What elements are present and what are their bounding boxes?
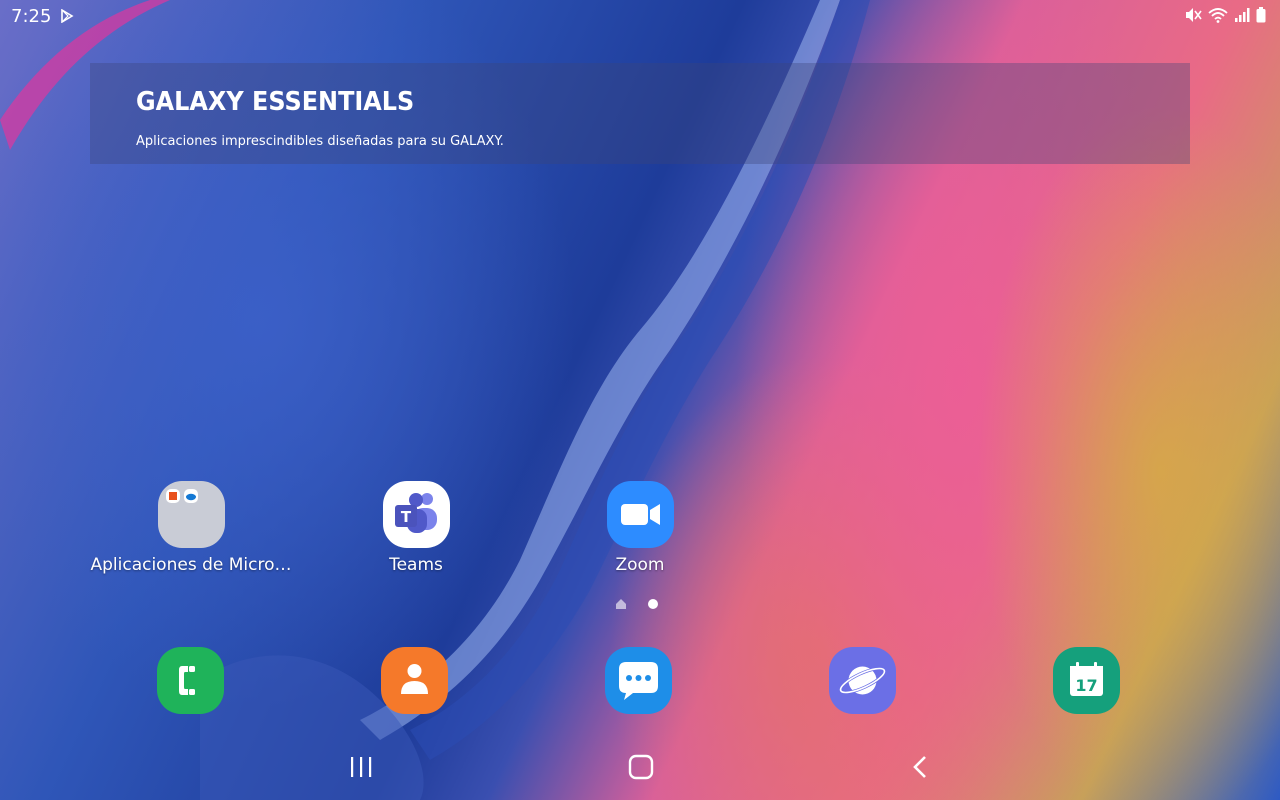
dock-contacts[interactable] — [381, 647, 448, 714]
page-indicator — [614, 597, 658, 611]
internet-icon — [839, 666, 886, 695]
app-label: Teams — [389, 555, 443, 575]
calendar-day: 17 — [1075, 676, 1097, 695]
zoom-icon — [606, 481, 674, 548]
home-screen: 7:25 GALAXY ESSENTIALS Aplicaciones impr… — [0, 0, 1280, 800]
teams-icon: T — [382, 481, 450, 548]
contacts-icon — [401, 664, 428, 694]
dock-phone[interactable] — [157, 647, 224, 714]
mute-icon — [1186, 8, 1202, 22]
app-label: Zoom — [615, 555, 665, 575]
play-store-icon — [61, 9, 74, 23]
home-page-icon — [616, 599, 626, 609]
folder-icon — [157, 481, 225, 548]
dock-messages[interactable] — [605, 647, 672, 714]
app-microsoft-folder[interactable]: Aplicaciones de Micro… — [81, 481, 301, 575]
status-icons — [1184, 7, 1266, 23]
svg-text:T: T — [400, 508, 411, 526]
dock-calendar[interactable]: 17 — [1053, 647, 1120, 714]
app-label: Aplicaciones de Micro… — [90, 555, 292, 575]
status-bar: 7:25 — [0, 0, 1280, 32]
galaxy-essentials-widget[interactable]: GALAXY ESSENTIALS Aplicaciones imprescin… — [90, 63, 1190, 164]
app-zoom[interactable]: Zoom — [530, 481, 750, 575]
calendar-icon: 17 — [1070, 662, 1103, 696]
back-button[interactable] — [901, 750, 941, 784]
app-teams[interactable]: T Teams — [306, 481, 526, 575]
dock-internet[interactable] — [829, 647, 896, 714]
home-icon — [628, 754, 654, 780]
battery-icon — [1256, 7, 1266, 23]
page-dot — [648, 599, 658, 609]
recent-apps-button[interactable] — [341, 750, 381, 784]
wifi-icon — [1208, 8, 1228, 23]
status-time: 7:25 — [11, 6, 52, 27]
back-icon — [913, 756, 926, 778]
signal-icon — [1235, 8, 1250, 22]
widget-title: GALAXY ESSENTIALS — [136, 87, 415, 117]
widget-subtitle: Aplicaciones imprescindibles diseñadas p… — [136, 134, 504, 149]
messages-icon — [619, 662, 658, 700]
recents-icon — [351, 757, 372, 777]
phone-icon — [179, 666, 195, 695]
home-button[interactable] — [621, 750, 661, 784]
